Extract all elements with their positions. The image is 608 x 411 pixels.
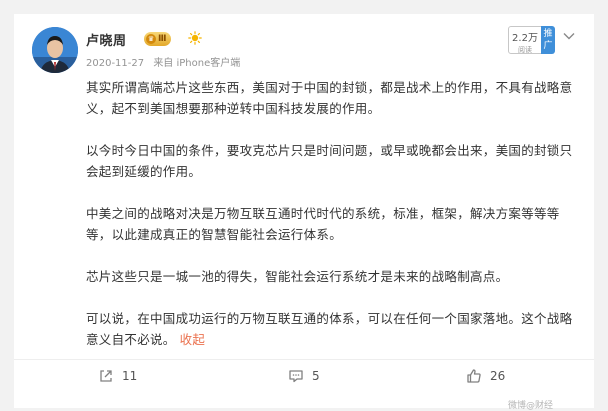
- thumbs-up-icon: [467, 369, 481, 383]
- comment-button[interactable]: 5: [288, 366, 320, 386]
- paragraph-last: 可以说，在中国成功运行的万物互联互通的体系，可以在任何一个国家落地。这个战略意义…: [86, 308, 578, 350]
- repost-button[interactable]: 11: [98, 366, 137, 386]
- vip-badge[interactable]: ♛ Ⅲ: [144, 32, 171, 46]
- paragraph: 中美之间的战略对决是万物互联互通时代时代的系统，标准，框架，解决方案等等等等，以…: [86, 206, 560, 242]
- share-icon: [100, 370, 112, 382]
- like-count: 26: [490, 369, 506, 383]
- post-source: 来自 iPhone客户端: [153, 58, 241, 69]
- avatar-portrait: [32, 27, 78, 73]
- post-date[interactable]: 2020-11-27: [86, 58, 144, 69]
- chevron-down-icon[interactable]: [563, 32, 575, 40]
- promote-button[interactable]: 推广: [541, 26, 555, 54]
- weibo-post-card: 卢晓周 ♛ Ⅲ 2020-11-27 来自 iPhone客户端 2.2万 阅读 …: [14, 14, 594, 411]
- collapse-link[interactable]: 收起: [180, 332, 206, 347]
- username[interactable]: 卢晓周: [86, 30, 127, 49]
- paragraph: 芯片这些只是一城一池的得失，智能社会运行系统才是未来的战略制高点。: [86, 269, 509, 284]
- avatar[interactable]: [32, 27, 78, 73]
- sun-badge-icon[interactable]: [188, 31, 202, 45]
- vip-level: Ⅲ: [158, 34, 167, 44]
- watermark: 微博@财经: [508, 401, 554, 411]
- divider: [14, 359, 594, 360]
- paragraph: 以今时今日中国的条件，要攻克芯片只是时间问题，或早或晚都会出来，美国的封锁只会起…: [86, 143, 573, 179]
- paragraph: 可以说，在中国成功运行的万物互联互通的体系，可以在任何一个国家落地。这个战略意义…: [86, 311, 573, 347]
- crown-icon: ♛: [146, 34, 156, 44]
- post-content: 其实所谓高端芯片这些东西，美国对于中国的封锁，都是战术上的作用，不具有战略意义，…: [86, 77, 578, 350]
- like-button[interactable]: 26: [466, 366, 505, 386]
- read-count-box: 2.2万 阅读: [508, 26, 542, 54]
- post-meta: 2020-11-27 来自 iPhone客户端: [86, 54, 246, 69]
- repost-count: 11: [122, 369, 138, 383]
- comment-count: 5: [312, 369, 320, 383]
- paragraph: 其实所谓高端芯片这些东西，美国对于中国的封锁，都是战术上的作用，不具有战略意义，…: [86, 80, 573, 116]
- read-label: 阅读: [518, 46, 532, 54]
- comment-icon: [289, 370, 303, 383]
- read-count: 2.2万: [512, 33, 538, 44]
